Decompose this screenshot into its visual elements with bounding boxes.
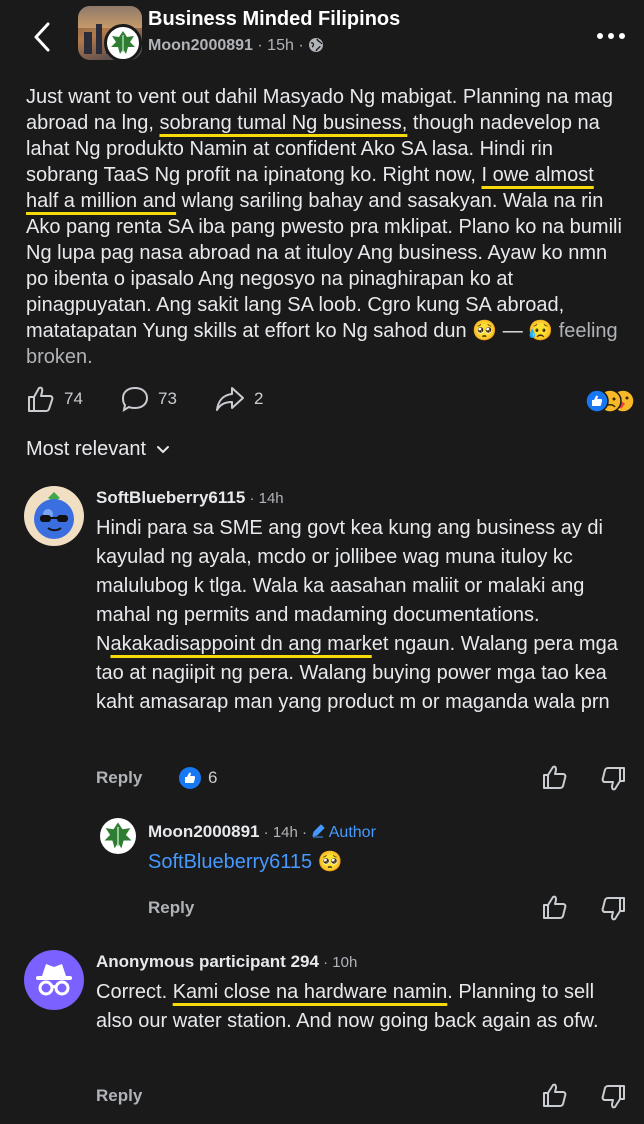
sort-dropdown[interactable]: Most relevant xyxy=(26,438,170,461)
reaction-like-icon xyxy=(179,767,201,789)
anonymous-avatar[interactable] xyxy=(24,950,84,1010)
post-header: Business Minded Filipinos Moon2000891 · … xyxy=(0,0,644,72)
post-meta: Moon2000891 · 15h · xyxy=(148,37,324,55)
back-arrow-icon[interactable] xyxy=(28,20,58,54)
post-body: Just want to vent out dahil Masyado Ng m… xyxy=(26,86,622,368)
reply-button[interactable]: Reply xyxy=(96,768,142,788)
thumbs-up-icon xyxy=(28,386,54,412)
more-dots-icon[interactable] xyxy=(592,26,632,46)
share-count: 2 xyxy=(254,389,264,408)
comment-text: Correct. Kami close na hardware namin. P… xyxy=(96,981,599,1032)
comment-time: · 10h xyxy=(318,954,358,971)
downvote-icon[interactable] xyxy=(600,766,626,792)
chevron-down-icon xyxy=(157,445,170,453)
leaf-icon xyxy=(104,822,132,849)
highlighted-text: Kami close na hardware namin xyxy=(172,981,448,1003)
post-author[interactable]: Moon2000891 xyxy=(148,37,253,54)
author-badge: Author xyxy=(311,824,376,841)
commenter-avatar[interactable] xyxy=(24,486,84,546)
upvote-icon[interactable] xyxy=(542,764,568,790)
reply-text: SoftBlueberry6115 🥺 xyxy=(148,848,608,877)
post-time: 15h xyxy=(267,37,294,54)
like-button[interactable]: 74 xyxy=(26,384,83,414)
comment-time: · 14h xyxy=(245,490,284,507)
author-avatar[interactable] xyxy=(104,24,142,62)
pencil-icon xyxy=(312,824,325,838)
highlighted-text: akakadisappoint dn ang mark xyxy=(110,633,372,655)
reply-button[interactable]: Reply xyxy=(148,898,194,918)
comment-button[interactable]: 73 xyxy=(120,384,177,414)
upvote-icon[interactable] xyxy=(542,1082,568,1108)
upvote-icon[interactable] xyxy=(542,894,568,920)
reaction-summary[interactable] xyxy=(586,388,636,414)
blueberry-icon xyxy=(34,492,74,539)
comment-bubble-icon xyxy=(121,386,149,413)
highlighted-text: sobrang tumal Ng business, xyxy=(159,112,408,134)
share-arrow-icon xyxy=(216,387,244,411)
comment-like-count: 6 xyxy=(208,768,218,787)
group-name[interactable]: Business Minded Filipinos xyxy=(148,8,400,31)
reply-author-avatar[interactable] xyxy=(100,818,136,854)
sort-label: Most relevant xyxy=(26,438,147,460)
incognito-icon xyxy=(36,964,72,996)
downvote-icon[interactable] xyxy=(600,896,626,922)
reply-author: Moon2000891 · 14h · Author xyxy=(148,822,376,841)
pleading-emoji: 🥺 xyxy=(472,320,498,342)
comment-author: Anonymous participant 294 · 10h xyxy=(96,952,358,971)
like-count: 74 xyxy=(64,389,83,408)
reaction-like-icon xyxy=(586,389,609,413)
share-button[interactable]: 2 xyxy=(214,384,263,414)
post-actions: 74 73 2 xyxy=(0,384,644,414)
feeling-emoji: 😥 xyxy=(528,320,554,342)
reply-time: · 14h · xyxy=(259,824,312,841)
leaf-icon xyxy=(111,31,135,54)
downvote-icon[interactable] xyxy=(600,1084,626,1110)
comment-count: 73 xyxy=(158,389,177,408)
comment-reactions[interactable]: 6 xyxy=(178,766,217,790)
mention-link[interactable]: SoftBlueberry6115 xyxy=(148,851,312,873)
globe-icon xyxy=(309,38,324,52)
pleading-emoji: 🥺 xyxy=(317,851,343,873)
comment-author: SoftBlueberry6115 · 14h xyxy=(96,488,284,507)
reply-button[interactable]: Reply xyxy=(96,1086,142,1106)
comment-text: Hindi para sa SME ang govt kea kung ang … xyxy=(96,517,618,713)
